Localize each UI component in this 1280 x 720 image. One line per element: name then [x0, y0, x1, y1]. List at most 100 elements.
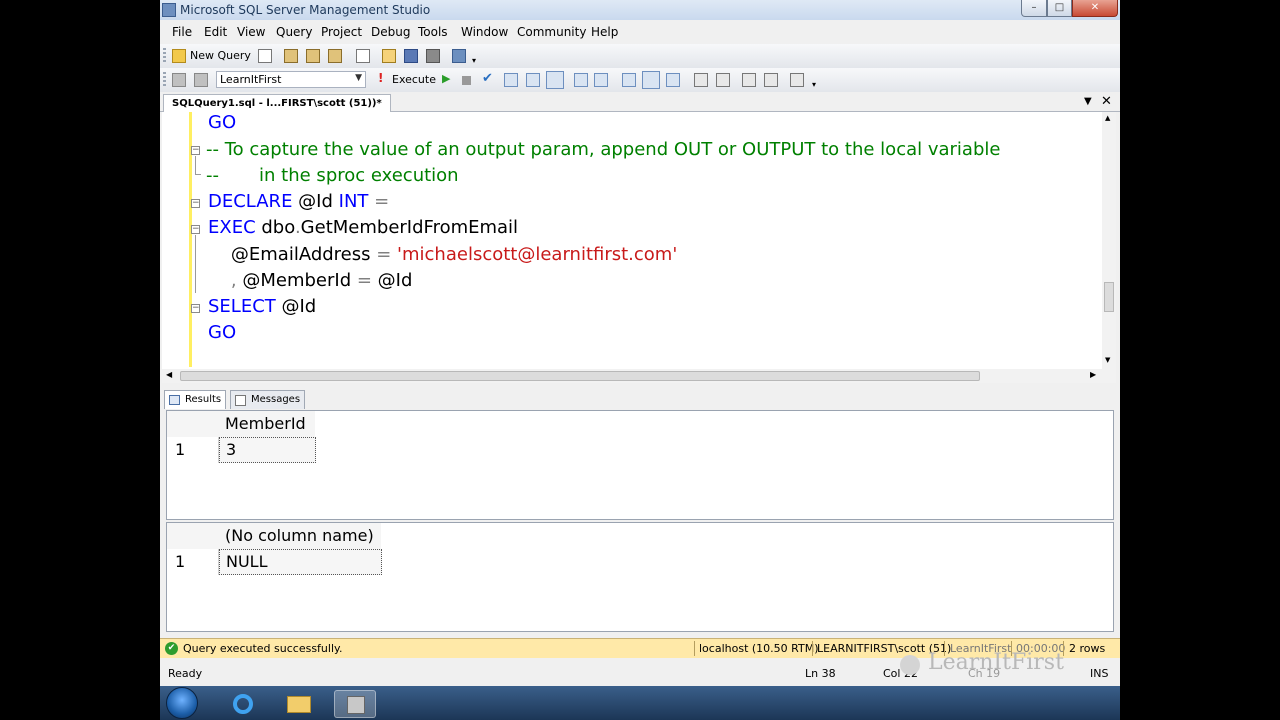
results-to-text-icon[interactable] [622, 73, 636, 87]
change-connection-icon[interactable] [194, 73, 208, 87]
scroll-up-icon[interactable]: ▲ [1105, 114, 1110, 122]
code-token: = [356, 270, 378, 291]
results-to-file-icon[interactable] [666, 73, 680, 87]
internet-explorer-icon[interactable] [222, 690, 264, 718]
menu-window[interactable]: Window [461, 25, 508, 39]
menu-edit[interactable]: Edit [204, 25, 227, 39]
minimize-button[interactable]: – [1021, 0, 1047, 17]
database-engine-query-icon[interactable] [284, 49, 298, 63]
query-editor[interactable]: − − − − GO -- To capture the value of an… [162, 112, 1116, 369]
toolbar-grip[interactable] [163, 48, 166, 64]
collapse-region-icon[interactable]: − [191, 146, 200, 155]
parse-check-icon[interactable]: ✔ [482, 71, 496, 86]
tab-results[interactable]: Results [164, 390, 227, 409]
tab-list-dropdown-icon[interactable]: ▼ [1084, 96, 1092, 107]
scroll-down-icon[interactable]: ▼ [1105, 356, 1110, 364]
menu-project[interactable]: Project [321, 25, 362, 39]
collapse-region-icon[interactable]: − [191, 304, 200, 313]
menu-debug[interactable]: Debug [371, 25, 410, 39]
grid-cell[interactable]: 3 [219, 437, 316, 463]
menu-query[interactable]: Query [276, 25, 312, 39]
sql-editor-toolbar: LearnItFirst ▼ ! Execute ▶ ✔ ▾ [160, 68, 1120, 92]
toolbar-overflow-icon[interactable]: ▾ [472, 56, 480, 65]
results-grid-1[interactable]: MemberId 1 3 [166, 410, 1114, 520]
debug-play-icon[interactable]: ▶ [442, 72, 456, 86]
grid-corner [167, 523, 219, 549]
results-grid-2[interactable]: (No column name) 1 NULL [166, 522, 1114, 632]
editor-vertical-scrollbar[interactable]: ▲ ▼ [1102, 112, 1116, 369]
code-token: @Id [298, 191, 339, 212]
grid-cell[interactable]: NULL [219, 549, 382, 575]
status-ready: Ready [168, 667, 203, 680]
column-header[interactable]: (No column name) [219, 523, 381, 549]
menu-community[interactable]: Community [517, 25, 586, 39]
specify-template-values-icon[interactable] [790, 73, 804, 87]
code-line: -- in the sproc execution [206, 165, 459, 187]
close-tab-icon[interactable]: ✕ [1101, 94, 1112, 109]
standard-toolbar: New Query ▾ [160, 44, 1120, 68]
row-header[interactable]: 1 [167, 437, 219, 463]
scroll-left-icon[interactable]: ◀ [166, 370, 172, 379]
scroll-thumb[interactable] [180, 371, 980, 381]
code-line: @EmailAddress = 'michaelscott@learnitfir… [208, 244, 677, 266]
tab-results-label: Results [185, 394, 222, 405]
collapse-region-icon[interactable]: − [191, 199, 200, 208]
windows-explorer-icon[interactable] [278, 690, 320, 718]
save-icon[interactable] [404, 49, 418, 63]
chevron-down-icon: ▼ [355, 73, 362, 83]
query-designer-icon[interactable] [526, 73, 540, 87]
execute-icon[interactable]: ! [378, 71, 386, 85]
code-line: GO [208, 112, 236, 134]
editor-horizontal-scrollbar[interactable]: ◀ ▶ [162, 369, 1116, 383]
cancel-query-icon[interactable] [462, 76, 471, 85]
new-file-icon[interactable] [258, 49, 272, 63]
code-token: = [374, 191, 390, 212]
outline-line [195, 235, 196, 293]
menu-tools[interactable]: Tools [418, 25, 448, 39]
intellisense-icon[interactable] [574, 73, 588, 87]
menu-file[interactable]: File [172, 25, 192, 39]
increase-indent-icon[interactable] [764, 73, 778, 87]
row-header[interactable]: 1 [167, 549, 219, 575]
code-token: 'michaelscott@learnitfirst.com' [397, 244, 678, 265]
divider [812, 641, 813, 656]
new-query-icon[interactable] [172, 49, 186, 63]
left-margin [0, 0, 160, 720]
display-plan-icon[interactable] [504, 73, 518, 87]
start-button[interactable] [166, 687, 198, 719]
comment-icon[interactable] [694, 73, 708, 87]
title-bar[interactable]: Microsoft SQL Server Management Studio –… [160, 0, 1120, 20]
analysis-query-icon[interactable] [306, 49, 320, 63]
uncomment-icon[interactable] [716, 73, 730, 87]
maximize-button[interactable]: □ [1047, 0, 1072, 17]
code-line: GO [208, 322, 236, 344]
code-token: @Id [281, 296, 317, 317]
toolbar-grip[interactable] [163, 72, 166, 88]
open-file-icon[interactable] [382, 49, 396, 63]
add-item-icon[interactable] [356, 49, 370, 63]
print-icon[interactable] [426, 49, 440, 63]
toolbar-overflow-icon[interactable]: ▾ [812, 80, 820, 89]
new-query-button[interactable]: New Query [190, 49, 251, 62]
ssms-taskbar-button[interactable] [334, 690, 376, 718]
client-statistics-icon[interactable] [594, 73, 608, 87]
activity-monitor-icon[interactable] [452, 49, 466, 63]
column-header[interactable]: MemberId [219, 411, 315, 437]
mdx-query-icon[interactable] [328, 49, 342, 63]
code-token: DECLARE [208, 191, 299, 212]
results-grid-icon[interactable] [642, 71, 660, 89]
menu-view[interactable]: View [237, 25, 265, 39]
scroll-thumb[interactable] [1104, 282, 1114, 312]
tab-sqlquery1[interactable]: SQLQuery1.sql - l...FIRST\scott (51))* [163, 94, 391, 112]
execute-button[interactable]: Execute [392, 73, 436, 86]
results-to-grid-icon[interactable] [546, 71, 564, 89]
menu-help[interactable]: Help [591, 25, 618, 39]
connect-icon[interactable] [172, 73, 186, 87]
tab-messages[interactable]: Messages [230, 390, 306, 409]
decrease-indent-icon[interactable] [742, 73, 756, 87]
close-button[interactable]: ✕ [1072, 0, 1118, 17]
collapse-region-icon[interactable]: − [191, 225, 200, 234]
available-databases-select[interactable]: LearnItFirst ▼ [216, 71, 366, 88]
document-tab-strip: SQLQuery1.sql - l...FIRST\scott (51))* ▼… [160, 92, 1120, 112]
scroll-right-icon[interactable]: ▶ [1090, 370, 1096, 379]
